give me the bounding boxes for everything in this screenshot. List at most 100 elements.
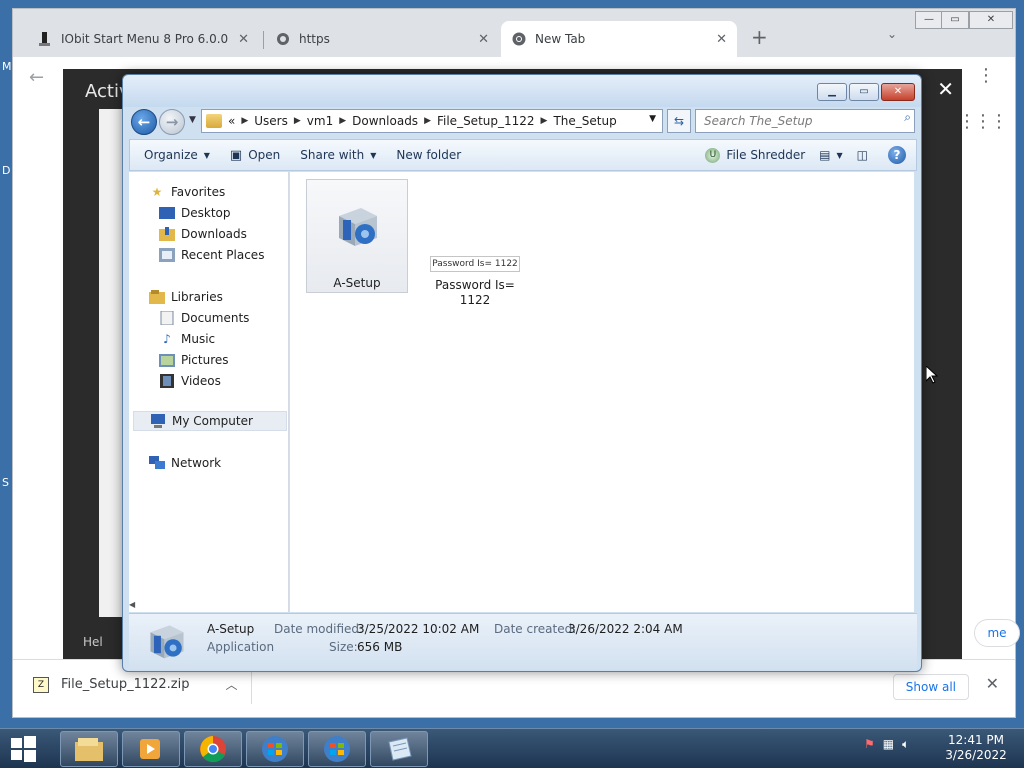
file-item-a-setup[interactable]: A-Setup [306,179,408,293]
windows-orb-icon [324,736,350,762]
documents-icon [159,311,175,325]
iobit-favicon-icon [37,31,53,47]
new-folder-label: New folder [396,148,462,162]
sidebar-item-network[interactable]: Network [149,453,309,473]
breadcrumb-separator-icon: ▶ [424,116,431,126]
start-button[interactable] [8,733,44,765]
new-folder-button[interactable]: New folder [386,140,471,170]
music-icon: ♪ [163,332,171,346]
open-window-icon: ▣ [229,147,243,163]
computer-icon [150,414,166,428]
folder-icon [206,114,222,128]
explorer-window: ▁ ▭ ✕ ← → ▼ « ▶ Users ▶ vm1 ▶ Downloads … [122,74,922,672]
pictures-icon [159,353,175,367]
file-name-line: Password Is= [435,278,515,292]
view-icon: ▤ [819,148,831,162]
address-bar[interactable]: « ▶ Users ▶ vm1 ▶ Downloads ▶ File_Setup… [201,109,663,133]
breadcrumb-the-setup[interactable]: The_Setup [553,114,616,128]
taskbar: ⚑ ▦ 🔈︎ 12:41 PM 3/26/2022 [0,728,1024,768]
minimize-button[interactable]: — [915,11,943,29]
shredder-icon: U [705,147,721,163]
taskbar-chrome[interactable] [184,731,242,767]
close-icon[interactable]: ✕ [478,32,489,47]
taskbar-media-player[interactable] [122,731,180,767]
back-button[interactable]: ← [131,109,157,135]
tab-https[interactable]: https ✕ [265,21,499,57]
chevron-down-icon: ▼ [203,150,210,160]
new-tab-button[interactable]: + [751,25,768,49]
date-created-value: 3/26/2022 2:04 AM [568,622,683,636]
chevron-up-icon[interactable]: ︿ [226,676,238,693]
sidebar-item-libraries[interactable]: Libraries [149,287,309,307]
show-all-button[interactable]: Show all [892,674,969,700]
breadcrumb-users[interactable]: Users [254,114,288,128]
maximize-button[interactable]: ▭ [941,11,969,29]
forward-button[interactable]: → [159,109,185,135]
clock-date: 3/26/2022 [945,748,1007,762]
search-input[interactable]: Search The_Setup [695,109,915,133]
close-window-button[interactable]: ✕ [969,11,1013,29]
breadcrumb-overflow[interactable]: « [228,114,235,128]
taskbar-windows-app-1[interactable] [246,731,304,767]
sidebar-item-label: Libraries [171,290,223,304]
close-icon[interactable]: ✕ [238,32,249,47]
download-item[interactable]: Z File_Setup_1122.zip ︿ [33,676,238,693]
sidebar-item-my-computer[interactable]: My Computer [133,411,287,431]
close-download-bar-icon[interactable]: ✕ [986,674,999,693]
customize-button[interactable]: me [974,619,1020,647]
sidebar-item-label: Favorites [171,185,226,199]
taskbar-notepad[interactable] [370,731,428,767]
window-caption: ▁ ▭ ✕ [123,75,921,107]
search-icon[interactable]: ⌕ [904,110,911,125]
file-shredder-button[interactable]: U File Shredder [695,140,815,170]
sidebar-item-label: Downloads [181,227,247,241]
sidebar-item-favorites[interactable]: ★ Favorites [149,182,309,202]
recent-places-icon [159,248,175,262]
navigation-pane: ★ Favorites Desktop Downloads Recent Plac… [129,172,289,612]
clock[interactable]: 12:41 PM 3/26/2022 [940,733,1012,763]
tab-search-chevron-icon[interactable]: ⌄ [887,27,897,41]
apps-grid-icon[interactable]: ⋮⋮⋮ [958,111,1008,132]
file-item-password[interactable]: Password Is= 1122 Password Is= 1122 [424,254,534,314]
text-file-thumbnail: Password Is= 1122 [430,256,520,272]
open-button[interactable]: ▣ Open [220,140,290,170]
star-icon: ★ [151,185,163,199]
scroll-left-icon[interactable]: ◀ [129,600,135,609]
breadcrumb-downloads[interactable]: Downloads [352,114,418,128]
breadcrumb-file-setup[interactable]: File_Setup_1122 [437,114,535,128]
chrome-icon [511,31,527,47]
volume-icon[interactable]: 🔈︎ [902,737,909,752]
refresh-icon[interactable]: ⇆ [667,109,691,133]
installer-box-icon [150,625,184,659]
overlay-close-button[interactable]: ✕ [937,77,954,101]
taskbar-windows-app-2[interactable] [308,731,366,767]
share-with-button[interactable]: Share with ▼ [290,140,386,170]
file-explorer-icon [75,738,103,761]
notepad-icon [388,737,412,761]
change-view-button[interactable]: ▤ ▼ [815,140,847,170]
preview-pane-button[interactable]: ◫ [847,140,878,170]
organize-button[interactable]: Organize ▼ [130,140,220,170]
sidebar-item-label: Videos [181,374,221,388]
action-center-icon[interactable]: ⚑ [864,737,875,752]
close-icon[interactable]: ✕ [716,32,727,47]
preview-pane-icon: ◫ [856,148,868,162]
zip-file-icon: Z [33,676,49,693]
explorer-close-button[interactable]: ✕ [881,83,915,101]
kebab-menu-icon[interactable]: ⋮ [977,65,995,86]
breadcrumb-vm1[interactable]: vm1 [307,114,333,128]
recent-pages-chevron-icon[interactable]: ▼ [189,115,196,125]
network-tray-icon[interactable]: ▦ [883,737,894,752]
address-dropdown-icon[interactable]: ▼ [649,114,656,124]
date-created-label: Date created: [494,622,577,636]
sidebar-item-label: My Computer [172,414,253,428]
taskbar-explorer[interactable] [60,731,118,767]
help-icon[interactable]: ? [888,146,906,164]
back-arrow-icon[interactable]: ← [29,67,44,88]
horizontal-scrollbar[interactable]: ◀ [129,600,289,612]
explorer-minimize-button[interactable]: ▁ [817,83,847,101]
help-button[interactable]: Hel [83,635,103,649]
tab-iobit[interactable]: IObit Start Menu 8 Pro 6.0.0 Crac ✕ [27,21,259,57]
tab-new-tab[interactable]: New Tab ✕ [501,21,737,57]
explorer-maximize-button[interactable]: ▭ [849,83,879,101]
